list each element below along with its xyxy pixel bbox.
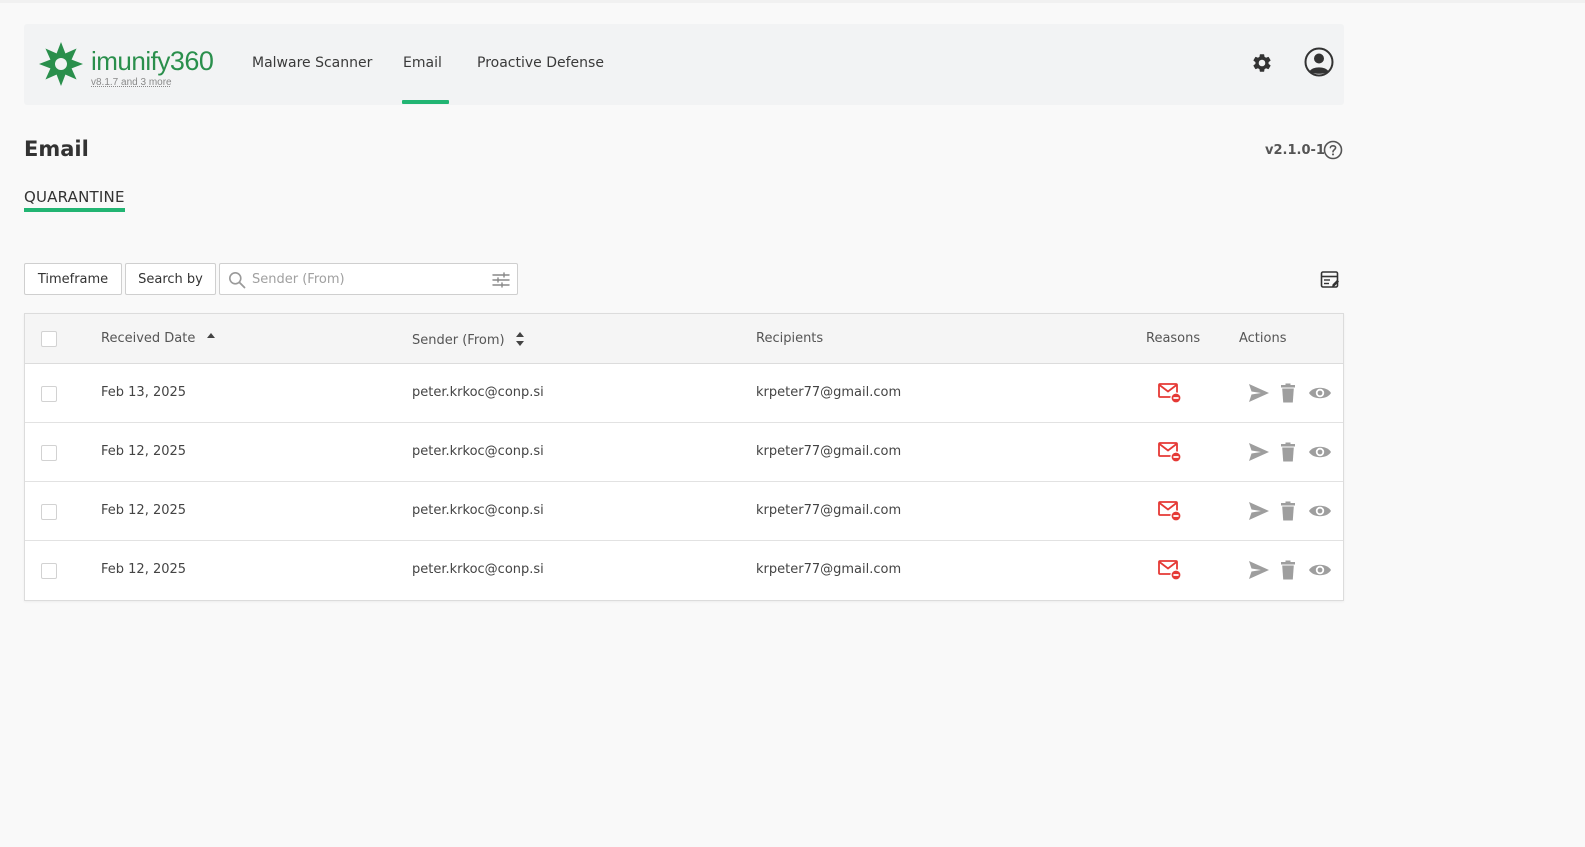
top-border — [0, 0, 1585, 3]
release-send-icon[interactable] — [1248, 383, 1270, 403]
brand-text: imunify — [91, 46, 170, 76]
search-field — [219, 263, 518, 295]
recipient-cell: krpeter77@gmail.com — [756, 503, 902, 518]
row-checkbox[interactable] — [41, 386, 57, 402]
recipient-cell: krpeter77@gmail.com — [756, 444, 902, 459]
column-recipients: Recipients — [756, 331, 824, 346]
search-input[interactable] — [252, 268, 482, 290]
delete-trash-icon[interactable] — [1280, 442, 1296, 462]
column-received-date-label: Received Date — [101, 331, 196, 346]
table-row: Feb 12, 2025 peter.krkoc@conp.si krpeter… — [25, 423, 1343, 482]
table-row: Feb 13, 2025 peter.krkoc@conp.si krpeter… — [25, 364, 1343, 423]
column-sender-label: Sender (From) — [412, 333, 505, 348]
view-eye-icon[interactable] — [1308, 560, 1332, 580]
select-all-checkbox[interactable] — [41, 331, 57, 347]
view-eye-icon[interactable] — [1308, 383, 1332, 403]
table-settings-icon[interactable] — [1320, 270, 1340, 290]
page-title: Email — [24, 137, 89, 161]
nav-active-indicator — [402, 100, 449, 104]
view-eye-icon[interactable] — [1308, 501, 1332, 521]
app-header: imunify360 v8.1.7 and 3 more Malware Sca… — [24, 24, 1344, 105]
recipient-cell: krpeter77@gmail.com — [756, 562, 902, 577]
user-avatar-icon[interactable] — [1304, 47, 1334, 77]
delete-trash-icon[interactable] — [1280, 560, 1296, 580]
mail-blocked-icon — [1158, 560, 1182, 581]
table-row: Feb 12, 2025 peter.krkoc@conp.si krpeter… — [25, 541, 1343, 600]
plugin-version: v2.1.0-1 — [1265, 143, 1325, 158]
column-received-date[interactable]: Received Date — [101, 331, 216, 347]
table-header: Received Date Sender (From) Recipients R… — [25, 314, 1343, 364]
sort-ascending-icon — [206, 333, 215, 338]
sender-cell: peter.krkoc@conp.si — [412, 385, 544, 400]
help-icon[interactable] — [1323, 140, 1343, 160]
row-checkbox[interactable] — [41, 445, 57, 461]
search-by-button[interactable]: Search by — [125, 263, 216, 295]
mail-blocked-icon — [1158, 501, 1182, 522]
release-send-icon[interactable] — [1248, 442, 1270, 462]
version-link[interactable]: v8.1.7 and 3 more — [91, 77, 172, 89]
column-actions: Actions — [1239, 331, 1287, 346]
sort-both-icon — [515, 332, 524, 346]
sender-cell: peter.krkoc@conp.si — [412, 503, 544, 518]
recipient-cell: krpeter77@gmail.com — [756, 385, 902, 400]
table-row: Feb 12, 2025 peter.krkoc@conp.si krpeter… — [25, 482, 1343, 541]
timeframe-button[interactable]: Timeframe — [24, 263, 122, 295]
sender-cell: peter.krkoc@conp.si — [412, 562, 544, 577]
view-eye-icon[interactable] — [1308, 442, 1332, 462]
brand-name: imunify360 — [91, 46, 214, 76]
search-icon — [229, 272, 246, 289]
nav-proactive-defense[interactable]: Proactive Defense — [477, 54, 604, 72]
release-send-icon[interactable] — [1248, 560, 1270, 580]
received-date-cell: Feb 12, 2025 — [101, 562, 187, 577]
nav-malware-scanner[interactable]: Malware Scanner — [252, 54, 372, 72]
column-reasons: Reasons — [1146, 331, 1201, 346]
filter-settings-icon[interactable] — [492, 272, 510, 288]
tab-quarantine[interactable]: QUARANTINE — [24, 188, 125, 206]
gear-icon[interactable] — [1251, 52, 1273, 74]
sender-cell: peter.krkoc@conp.si — [412, 444, 544, 459]
mail-blocked-icon — [1158, 442, 1182, 463]
imunify-logo-icon — [39, 42, 83, 86]
row-checkbox[interactable] — [41, 563, 57, 579]
mail-blocked-icon — [1158, 383, 1182, 404]
delete-trash-icon[interactable] — [1280, 383, 1296, 403]
brand-number: 360 — [169, 46, 214, 76]
column-sender[interactable]: Sender (From) — [412, 331, 525, 349]
tab-active-indicator — [24, 208, 125, 212]
nav-email[interactable]: Email — [403, 54, 442, 72]
received-date-cell: Feb 12, 2025 — [101, 444, 187, 459]
received-date-cell: Feb 13, 2025 — [101, 385, 187, 400]
row-checkbox[interactable] — [41, 504, 57, 520]
release-send-icon[interactable] — [1248, 501, 1270, 521]
received-date-cell: Feb 12, 2025 — [101, 503, 187, 518]
delete-trash-icon[interactable] — [1280, 501, 1296, 521]
quarantine-table: Received Date Sender (From) Recipients R… — [24, 313, 1344, 601]
